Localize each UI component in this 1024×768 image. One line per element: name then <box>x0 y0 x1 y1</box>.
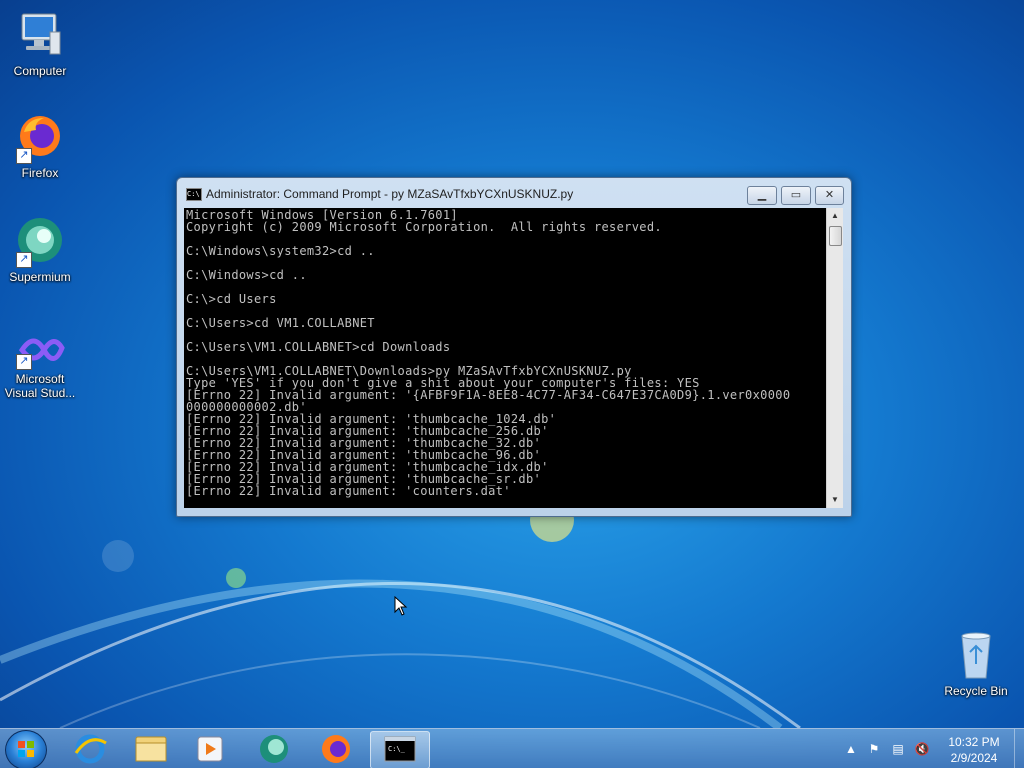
minimize-button[interactable]: ▁ <box>747 186 777 205</box>
window-title: Administrator: Command Prompt - py MZaSA… <box>206 187 574 201</box>
clock-date: 2/9/2024 <box>950 751 998 765</box>
window-titlebar[interactable]: C:\ Administrator: Command Prompt - py M… <box>177 178 851 208</box>
supermium-icon: ↗ <box>14 216 66 268</box>
desktop-icon-recycle-bin[interactable]: Recycle Bin <box>936 630 1016 698</box>
taskbar-internet-explorer[interactable] <box>62 731 118 767</box>
supermium-icon <box>260 735 288 763</box>
start-orb-icon <box>18 741 34 757</box>
scroll-down-arrow-icon[interactable]: ▼ <box>827 492 843 508</box>
taskbar-media-player[interactable] <box>182 731 238 767</box>
media-player-icon <box>197 736 223 762</box>
cmd-icon[interactable]: C:\ <box>186 188 202 201</box>
scroll-thumb[interactable] <box>829 226 842 246</box>
desktop-icon-label: Firefox <box>21 166 59 180</box>
desktop: Computer ↗ Firefox ↗ Supermium ↗ Microso… <box>0 0 1024 768</box>
start-button[interactable] <box>5 730 47 768</box>
show-hidden-icons-icon[interactable]: ▲ <box>843 741 859 757</box>
visual-studio-icon: ↗ <box>14 330 66 370</box>
console-output[interactable]: Microsoft Windows [Version 6.1.7601] Cop… <box>184 208 826 508</box>
cmd-icon: C:\_ <box>384 736 416 762</box>
scroll-up-arrow-icon[interactable]: ▲ <box>827 208 843 224</box>
close-icon: ✕ <box>824 189 835 201</box>
desktop-icon-supermium[interactable]: ↗ Supermium <box>0 216 80 284</box>
shortcut-arrow-icon: ↗ <box>16 148 32 164</box>
close-button[interactable]: ✕ <box>815 186 844 205</box>
command-prompt-window[interactable]: C:\ Administrator: Command Prompt - py M… <box>176 177 852 517</box>
maximize-icon: ▭ <box>790 189 802 201</box>
taskbar: C:\_ ▲ ⚑ ▤ 🔇 10:32 PM 2/9/2024 <box>0 728 1024 768</box>
action-center-flag-icon[interactable]: ⚑ <box>866 741 882 757</box>
network-icon[interactable]: ▤ <box>890 741 906 757</box>
svg-text:C:\_: C:\_ <box>388 745 406 753</box>
file-explorer-icon <box>135 736 167 762</box>
volume-muted-icon[interactable]: 🔇 <box>914 741 930 757</box>
maximize-button[interactable]: ▭ <box>781 186 811 205</box>
firefox-icon: ↗ <box>14 112 66 164</box>
internet-explorer-icon <box>74 734 107 764</box>
show-desktop-button[interactable] <box>1014 729 1024 768</box>
minimize-icon: ▁ <box>757 189 767 201</box>
vertical-scrollbar[interactable]: ▲ ▼ <box>826 208 843 508</box>
desktop-icon-visual-studio[interactable]: ↗ Microsoft Visual Stud... <box>0 330 80 400</box>
desktop-icon-computer[interactable]: Computer <box>0 10 80 78</box>
recycle-bin-icon <box>950 630 1002 682</box>
computer-icon <box>14 10 66 62</box>
desktop-icon-firefox[interactable]: ↗ Firefox <box>0 112 80 180</box>
taskbar-firefox[interactable] <box>308 731 364 767</box>
taskbar-file-explorer[interactable] <box>122 731 178 767</box>
taskbar-supermium[interactable] <box>246 731 302 767</box>
clock-time: 10:32 PM <box>948 735 1000 749</box>
mouse-pointer-icon <box>394 596 408 616</box>
console-text: Microsoft Windows [Version 6.1.7601] Cop… <box>186 208 791 498</box>
taskbar-command-prompt[interactable]: C:\_ <box>370 731 430 768</box>
desktop-icon-label: Computer <box>13 64 67 78</box>
desktop-icon-label: Microsoft Visual Stud... <box>4 372 76 400</box>
firefox-icon <box>322 735 350 763</box>
shortcut-arrow-icon: ↗ <box>16 252 32 268</box>
desktop-icon-label: Supermium <box>9 270 71 284</box>
desktop-icon-label: Recycle Bin <box>944 684 1008 698</box>
shortcut-arrow-icon: ↗ <box>16 354 32 370</box>
system-clock[interactable]: 10:32 PM 2/9/2024 <box>938 734 1010 766</box>
